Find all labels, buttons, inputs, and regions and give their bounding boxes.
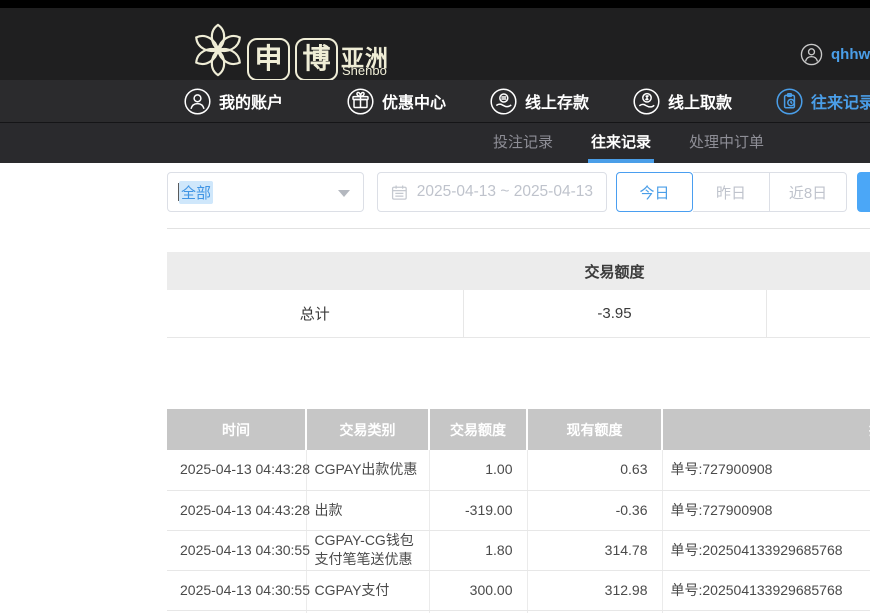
nav-label: 线上存款	[525, 89, 589, 113]
cell-balance: -0.36	[527, 490, 662, 530]
summary-header-row: 交易额度	[167, 252, 870, 290]
chevron-down-icon	[338, 190, 350, 197]
records-table: 时间 交易类别 交易额度 现有额度 摘要 2025-04-13 04:43:28…	[167, 409, 870, 613]
cell-balance: 0.63	[527, 450, 662, 490]
records-icon	[776, 88, 803, 115]
tab-transaction-records[interactable]: 往来记录	[588, 123, 654, 163]
top-black-strip	[0, 0, 870, 8]
cell-time: 2025-04-13 04:30:55	[167, 570, 306, 610]
logo-char-box-2: 博	[295, 38, 338, 81]
cell-type: 出款	[306, 490, 429, 530]
sub-navigation: 投注记录 往来记录 处理中订单	[0, 122, 870, 163]
user-avatar-icon	[800, 43, 823, 66]
summary-total-label: 总计	[167, 290, 463, 337]
table-row: 2025-04-13 04:43:28 CGPAY出款优惠 1.00 0.63 …	[167, 450, 870, 490]
nav-label: 往来记录	[811, 89, 870, 113]
summary-header-amount: 交易额度	[463, 252, 766, 290]
site-header: 申 博 亚洲 Shenbo qhhw	[0, 8, 870, 80]
last-8-days-button[interactable]: 近8日	[770, 172, 847, 212]
account-icon	[184, 88, 211, 115]
summary-header-empty	[167, 252, 463, 290]
logo-subtext: Shenbo	[342, 63, 387, 78]
cell-summary: 单号:202504133929685768	[662, 570, 870, 610]
tab-betting-records[interactable]: 投注记录	[490, 123, 556, 163]
summary-table: 交易额度 总计 -3.95	[167, 252, 870, 338]
cell-summary: 单号:727900908	[662, 490, 870, 530]
nav-label: 线上取款	[668, 89, 732, 113]
tab-processing-orders[interactable]: 处理中订单	[686, 123, 767, 163]
cell-type: CGPAY出款优惠	[306, 450, 429, 490]
calendar-icon	[391, 184, 408, 201]
subnav-tabs: 投注记录 往来记录 处理中订单	[490, 123, 767, 163]
logo-char-box-1: 申	[247, 38, 290, 81]
cell-summary: 单号:727900908	[662, 450, 870, 490]
cell-balance: 314.78	[527, 530, 662, 570]
cell-type: CGPAY支付	[306, 570, 429, 610]
col-header-balance: 现有额度	[527, 409, 662, 450]
cell-time: 2025-04-13 04:43:28	[167, 490, 306, 530]
withdraw-icon	[633, 88, 660, 115]
col-header-amount: 交易额度	[429, 409, 527, 450]
main-navigation: 我的账户 优惠中心 线上存款	[0, 80, 870, 122]
section-divider	[167, 228, 870, 229]
cell-balance: 312.98	[527, 570, 662, 610]
category-dropdown[interactable]: 全部	[167, 172, 364, 212]
table-row: 2025-04-13 04:30:55 CGPAY-CG钱包支付笔笔送优惠 1.…	[167, 530, 870, 570]
nav-label: 我的账户	[219, 89, 283, 113]
summary-empty-cell	[766, 290, 870, 337]
cell-amount: 1.00	[429, 450, 527, 490]
col-header-summary: 摘要	[662, 409, 870, 450]
cell-amount: 300.00	[429, 570, 527, 610]
summary-header-empty	[766, 252, 870, 290]
category-dropdown-value: 全部	[179, 181, 213, 204]
cell-amount: 1.80	[429, 530, 527, 570]
nav-item-online-withdraw[interactable]: 线上取款	[633, 80, 732, 122]
cell-time: 2025-04-13 04:30:55	[167, 530, 306, 570]
nav-item-transaction-records[interactable]: 往来记录	[776, 80, 870, 122]
promo-icon	[347, 88, 374, 115]
user-account-area[interactable]: qhhw	[800, 43, 870, 66]
records-header-row: 时间 交易类别 交易额度 现有额度 摘要	[167, 409, 870, 450]
username-label[interactable]: qhhw	[831, 46, 870, 63]
cell-summary: 单号:202504133929685768	[662, 530, 870, 570]
summary-total-row: 总计 -3.95	[167, 290, 870, 337]
today-button[interactable]: 今日	[616, 172, 693, 212]
col-header-time: 时间	[167, 409, 306, 450]
summary-total-value: -3.95	[463, 290, 766, 337]
quick-date-button-group: 今日 昨日 近8日	[616, 172, 847, 212]
nav-item-promo-center[interactable]: 优惠中心	[347, 80, 446, 122]
table-row: 2025-04-13 04:43:28 出款 -319.00 -0.36 单号:…	[167, 490, 870, 530]
cell-type: CGPAY-CG钱包支付笔笔送优惠	[306, 530, 429, 570]
search-button[interactable]	[857, 172, 870, 212]
yesterday-button[interactable]: 昨日	[693, 172, 770, 212]
cell-amount: -319.00	[429, 490, 527, 530]
table-row: 2025-04-13 04:30:55 CGPAY支付 300.00 312.9…	[167, 570, 870, 610]
flower-logo-icon	[189, 21, 247, 79]
nav-item-online-deposit[interactable]: 线上存款	[490, 80, 589, 122]
cell-time: 2025-04-13 04:43:28	[167, 450, 306, 490]
deposit-icon	[490, 88, 517, 115]
col-header-type: 交易类别	[306, 409, 429, 450]
date-range-value: 2025-04-13 ~ 2025-04-13	[417, 183, 593, 201]
nav-item-my-account[interactable]: 我的账户	[184, 80, 283, 122]
transaction-records-page: 申 博 亚洲 Shenbo qhhw 我的账户	[0, 0, 870, 613]
nav-label: 优惠中心	[382, 89, 446, 113]
date-range-input[interactable]: 2025-04-13 ~ 2025-04-13	[377, 172, 607, 212]
